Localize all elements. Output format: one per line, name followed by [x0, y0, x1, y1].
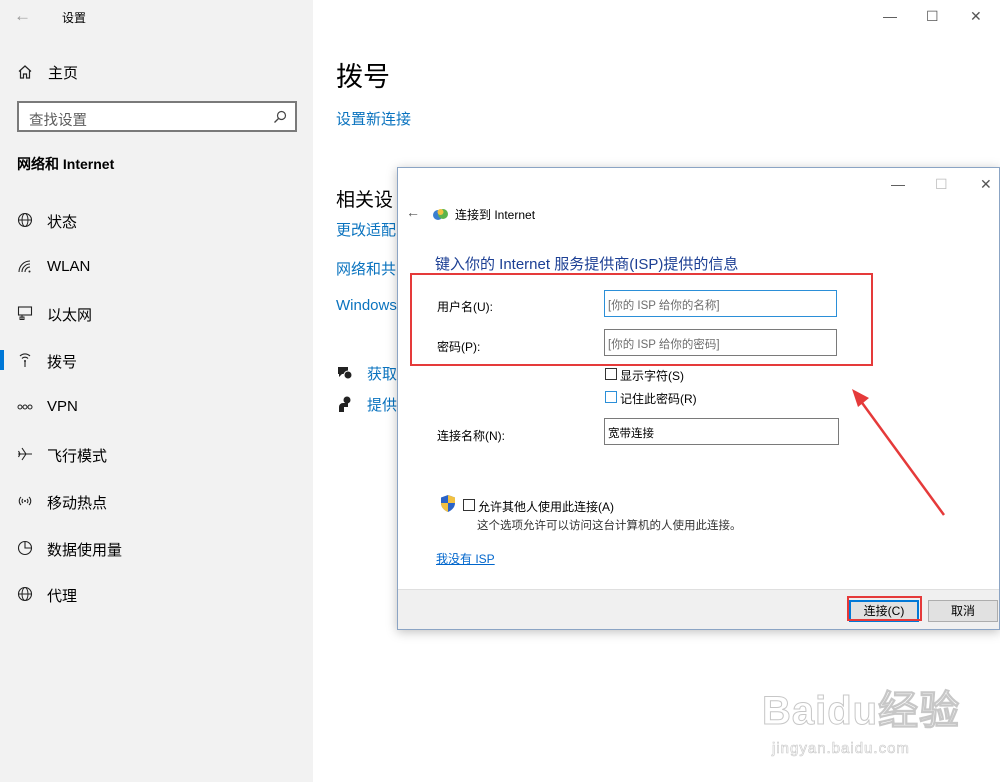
minimize-icon[interactable]: — — [883, 8, 897, 24]
new-connection-link[interactable]: 设置新连接 — [336, 108, 411, 129]
allow-others-note: 这个选项允许可以访问这台计算机的人使用此连接。 — [477, 520, 742, 532]
search-box[interactable]: 查找设置 — [17, 101, 297, 132]
sidebar-item-label: 数据使用量 — [47, 542, 123, 559]
dialog-heading: 键入你的 Internet 服务提供商(ISP)提供的信息 — [435, 256, 739, 273]
dialog-title: 连接到 Internet — [455, 208, 536, 222]
get-help-label: 获取 — [367, 366, 398, 383]
feedback-person-icon — [339, 396, 351, 412]
sidebar-item-label: 代理 — [47, 588, 78, 605]
connection-name-field[interactable]: 宽带连接 — [604, 418, 839, 445]
sidebar-item-data-usage[interactable]: 数据使用量 — [0, 533, 313, 563]
sidebar-item-label: 状态 — [47, 214, 78, 231]
globe-status-icon — [17, 212, 33, 228]
dialog-maximize-icon: ☐ — [935, 176, 948, 192]
sidebar-item-hotspot[interactable]: 移动热点 — [0, 486, 313, 516]
allow-others-checkbox[interactable] — [463, 499, 475, 511]
dialog-minimize-icon[interactable]: — — [891, 176, 905, 192]
no-isp-link[interactable]: 我没有 ISP — [436, 550, 495, 567]
sidebar-item-label: VPN — [47, 398, 78, 415]
uac-shield-icon — [441, 495, 455, 512]
home-icon — [18, 65, 32, 79]
airplane-icon — [18, 447, 32, 461]
sidebar-item-proxy[interactable]: 代理 — [0, 579, 313, 609]
globe-proxy-icon — [17, 586, 33, 602]
sidebar-item-ethernet[interactable]: 以太网 — [0, 298, 313, 328]
sidebar-item-label: 以太网 — [47, 307, 93, 324]
ethernet-icon — [17, 306, 33, 320]
app-title: 设置 — [62, 11, 87, 25]
vpn-icon — [17, 404, 33, 410]
related-link-windows[interactable]: Windows — [336, 297, 397, 314]
connection-name-label: 连接名称(N): — [437, 429, 505, 443]
dialog-close-icon[interactable]: ✕ — [980, 176, 992, 193]
watermark-url: jingyan.baidu.com — [772, 740, 910, 758]
close-icon[interactable]: ✕ — [970, 8, 982, 25]
search-input[interactable]: 查找设置 — [29, 109, 87, 130]
back-arrow-icon[interactable]: ← — [14, 6, 31, 26]
wifi-icon — [18, 260, 31, 273]
dialog-back-icon[interactable]: ← — [406, 204, 420, 220]
chat-help-icon — [338, 367, 353, 380]
connect-internet-dialog: — ☐ ✕ ← 连接到 Internet 键入你的 Internet 服务提供商… — [397, 167, 1000, 630]
home-label: 主页 — [48, 64, 79, 82]
feedback-label: 提供 — [367, 397, 398, 414]
baidu-watermark: Baidu经验 jingyan.baidu.com — [761, 670, 992, 775]
sidebar-item-label: 飞行模式 — [47, 448, 108, 465]
related-settings-title: 相关设 — [336, 190, 394, 211]
remember-password-checkbox[interactable] — [605, 391, 617, 403]
annotation-highlight-credentials — [410, 273, 873, 366]
watermark-brand: Baidu经验 — [761, 689, 961, 734]
hotspot-icon — [18, 496, 32, 506]
home-nav-item[interactable]: 主页 — [17, 61, 78, 83]
sidebar-item-status[interactable]: 状态 — [0, 205, 313, 235]
sidebar-item-vpn[interactable]: VPN — [0, 392, 313, 422]
annotation-highlight-connect — [847, 596, 922, 621]
page-title: 拨号 — [336, 62, 390, 92]
dialup-icon — [19, 353, 31, 367]
sidebar-item-label: 移动热点 — [47, 495, 108, 512]
data-usage-icon — [17, 540, 33, 556]
show-characters-checkbox[interactable] — [605, 368, 617, 380]
related-link-sharing[interactable]: 网络和共 — [336, 258, 396, 279]
sidebar-item-airplane[interactable]: 飞行模式 — [0, 439, 313, 469]
sidebar-item-dialup[interactable]: 拨号 — [0, 345, 313, 375]
section-title: 网络和 Internet — [17, 156, 115, 172]
show-characters-label: 显示字符(S) — [620, 369, 684, 383]
related-link-adapter[interactable]: 更改适配 — [336, 219, 396, 240]
cancel-button[interactable]: 取消 — [928, 600, 998, 622]
sidebar-item-wlan[interactable]: WLAN — [0, 252, 313, 282]
allow-others-label: 允许其他人使用此连接(A) — [478, 500, 614, 514]
remember-password-label: 记住此密码(R) — [620, 392, 697, 406]
settings-sidebar: ← 设置 主页 查找设置 网络和 Internet 状态 WLAN 以太网 拨号… — [0, 0, 313, 782]
sidebar-item-label: WLAN — [47, 258, 91, 275]
network-globe-icon — [433, 209, 448, 220]
sidebar-item-label: 拨号 — [47, 354, 78, 371]
settings-titlebar: ← 设置 — [0, 0, 313, 34]
search-icon[interactable] — [273, 110, 287, 124]
maximize-icon[interactable]: ☐ — [926, 8, 939, 25]
